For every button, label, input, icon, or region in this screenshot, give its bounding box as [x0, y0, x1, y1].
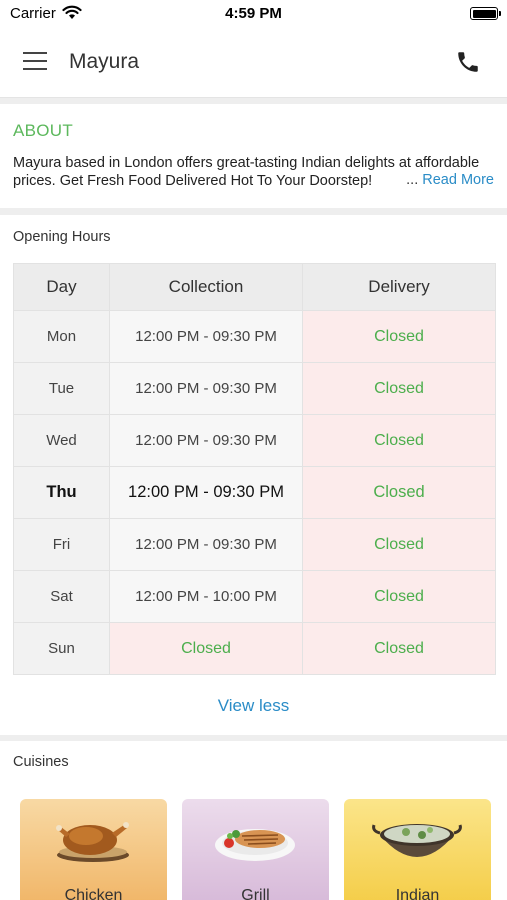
day-cell: Fri	[13, 518, 110, 571]
day-cell: Mon	[13, 310, 110, 363]
table-row: Thu 12:00 PM - 09:30 PM Closed	[13, 466, 496, 519]
clock: 4:59 PM	[225, 5, 282, 22]
cuisines-heading: Cuisines	[13, 754, 69, 770]
cuisines-section: Cuisines Chicken Grill Indian	[0, 741, 507, 900]
delivery-hours-cell: Closed	[302, 466, 496, 519]
day-cell: Tue	[13, 362, 110, 415]
cuisine-tile-grill[interactable]: Grill	[182, 799, 329, 900]
page-title: Mayura	[69, 50, 140, 73]
opening-hours-heading: Opening Hours	[13, 229, 111, 245]
cuisine-tile-chicken[interactable]: Chicken	[20, 799, 167, 900]
grilled-fish-plate-icon	[182, 799, 329, 900]
table-row: Fri 12:00 PM - 09:30 PM Closed	[13, 518, 496, 571]
collection-hours-cell: 12:00 PM - 09:30 PM	[109, 518, 303, 571]
collection-hours-cell: Closed	[109, 622, 303, 675]
day-cell: Sun	[13, 622, 110, 675]
table-row: Mon 12:00 PM - 09:30 PM Closed	[13, 310, 496, 363]
collection-hours-cell: 12:00 PM - 09:30 PM	[109, 362, 303, 415]
delivery-hours-cell: Closed	[302, 622, 496, 675]
delivery-hours-cell: Closed	[302, 310, 496, 363]
phone-icon[interactable]	[455, 49, 481, 75]
cuisine-name-indian: Indian	[395, 887, 440, 900]
collection-hours-cell: 12:00 PM - 09:30 PM	[109, 414, 303, 467]
about-section: ABOUT Mayura based in London offers grea…	[0, 104, 507, 208]
view-less-toggle[interactable]: View less	[0, 696, 507, 716]
app-header: Mayura	[0, 28, 507, 98]
read-more-container: ... Read More	[406, 172, 494, 188]
curry-pot-icon	[344, 799, 491, 900]
column-header-delivery: Delivery	[302, 263, 496, 311]
delivery-hours-cell: Closed	[302, 362, 496, 415]
day-cell: Sat	[13, 570, 110, 623]
hamburger-menu-icon[interactable]	[23, 52, 47, 72]
cuisine-tile-indian[interactable]: Indian	[344, 799, 491, 900]
opening-hours-section: Opening Hours Day Collection Delivery Mo…	[0, 215, 507, 735]
day-cell: Thu	[13, 466, 110, 519]
cuisine-name-chicken: Chicken	[64, 887, 123, 900]
delivery-hours-cell: Closed	[302, 570, 496, 623]
table-row: Sat 12:00 PM - 10:00 PM Closed	[13, 570, 496, 623]
table-row: Wed 12:00 PM - 09:30 PM Closed	[13, 414, 496, 467]
read-more-link[interactable]: Read More	[422, 172, 494, 188]
delivery-hours-cell: Closed	[302, 414, 496, 467]
collection-hours-cell: 12:00 PM - 09:30 PM	[109, 466, 303, 519]
collection-hours-cell: 12:00 PM - 10:00 PM	[109, 570, 303, 623]
table-row: Tue 12:00 PM - 09:30 PM Closed	[13, 362, 496, 415]
roast-chicken-icon	[20, 799, 167, 900]
collection-hours-cell: 12:00 PM - 09:30 PM	[109, 310, 303, 363]
opening-hours-table: Day Collection Delivery Mon 12:00 PM - 09…	[13, 263, 496, 675]
status-bar: Carrier 4:59 PM	[0, 0, 507, 28]
table-header-row: Day Collection Delivery	[13, 263, 496, 311]
column-header-collection: Collection	[109, 263, 303, 311]
cuisine-name-grill: Grill	[241, 887, 270, 900]
day-cell: Wed	[13, 414, 110, 467]
delivery-hours-cell: Closed	[302, 518, 496, 571]
column-header-day: Day	[13, 263, 110, 311]
about-heading: ABOUT	[13, 121, 74, 140]
read-more-ellipsis: ...	[406, 172, 419, 188]
battery-icon	[470, 7, 501, 20]
table-row: Sun Closed Closed	[13, 622, 496, 675]
